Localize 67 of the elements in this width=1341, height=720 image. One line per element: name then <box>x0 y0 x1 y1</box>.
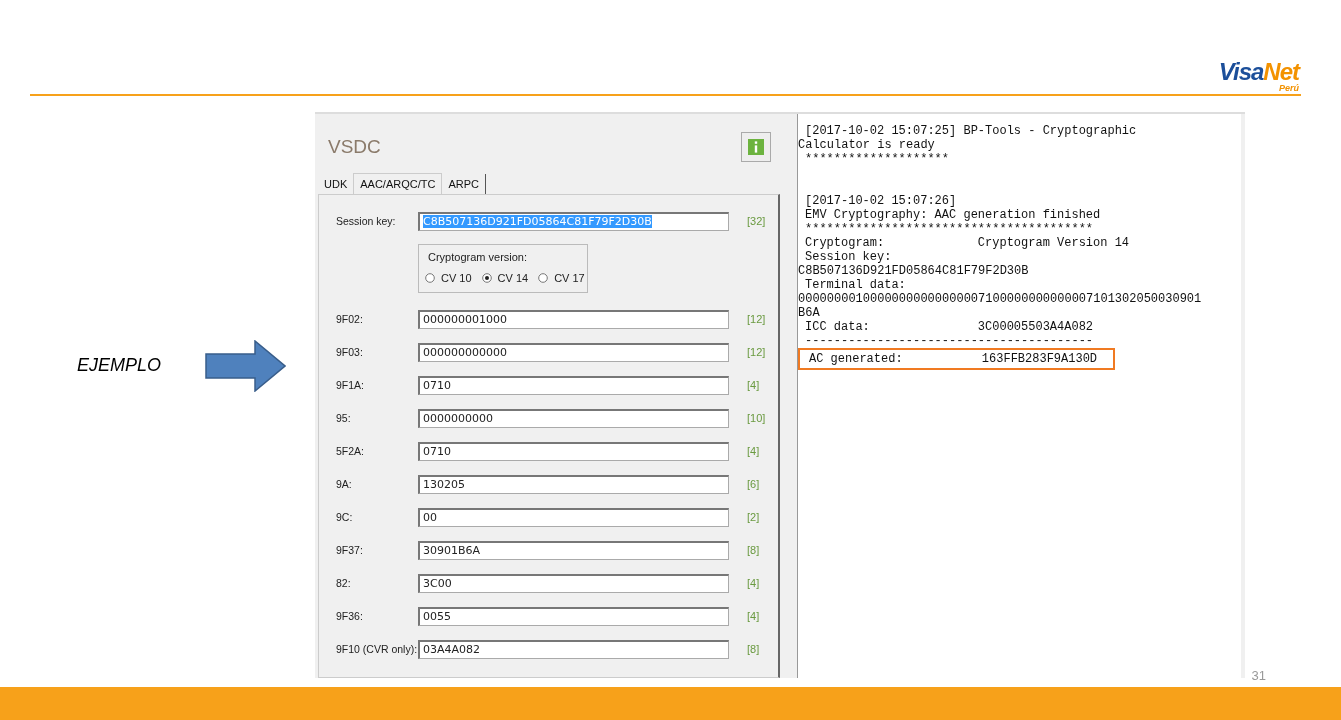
field-label: 9F10 (CVR only): <box>336 641 418 657</box>
log-line: Cryptogram: Cryptogram Version 14 <box>804 236 1130 250</box>
input-field[interactable]: 00 <box>418 508 729 527</box>
log-line: [2017-10-02 15:07:25] BP-Tools - Cryptographic <box>804 124 1137 138</box>
log-line: [2017-10-02 15:07:26] <box>804 194 957 208</box>
log-line: ---------------------------------------- <box>804 334 1094 348</box>
log-line: 00000000100000000000000007100000000000007101302050030901 <box>798 292 1202 306</box>
info-button[interactable] <box>741 132 771 162</box>
field-label: 9A: <box>336 476 353 492</box>
length-text: [4] <box>747 576 760 592</box>
input-field[interactable]: 000000001000 <box>418 310 729 329</box>
log-line: B6A <box>798 306 820 320</box>
tab[interactable]: UDK <box>318 173 354 194</box>
log-line: Terminal data: <box>804 278 906 292</box>
log-line: Session key: <box>804 250 892 264</box>
input-field[interactable]: 0055 <box>418 607 729 626</box>
length-text: [12] <box>747 345 766 361</box>
field-label: 9F03: <box>336 344 364 360</box>
input-field[interactable]: 30901B6A <box>418 541 729 560</box>
field-label: 5F2A: <box>336 443 365 459</box>
page-number: 31 <box>1251 668 1266 683</box>
length-text: [8] <box>747 543 760 559</box>
length-text: [4] <box>747 378 760 394</box>
field-label: 9F02: <box>336 311 364 327</box>
length-text: [6] <box>747 477 760 493</box>
field-label: 9F1A: <box>336 377 365 393</box>
length-text: [8] <box>747 642 760 658</box>
input-field[interactable]: 03A4A082 <box>418 640 729 659</box>
radio-label: CV 10 <box>441 270 472 286</box>
log-line: Calculator is ready <box>798 138 935 152</box>
log-line: ******************** <box>804 152 950 166</box>
input-field[interactable]: 0710 <box>418 376 729 395</box>
logo-text: Visa <box>1218 58 1264 85</box>
input-field[interactable]: 0000000000 <box>418 409 729 428</box>
field-label: Session key: <box>336 213 397 229</box>
field-label: 9C: <box>336 509 354 525</box>
info-icon <box>748 137 764 157</box>
radio-button[interactable] <box>538 272 549 283</box>
length-text: [2] <box>747 510 760 526</box>
length-text: [10] <box>747 411 766 427</box>
radio-button[interactable] <box>425 272 435 283</box>
log-line: ICC data: 3C00005503A4A082 <box>804 320 1094 334</box>
radio-label: CV 14 <box>497 270 529 286</box>
length-text: [32] <box>747 214 766 230</box>
log-line: C8B507136D921FD05864C81F79F2D30B <box>798 264 1029 278</box>
log-line: EMV Cryptography: AAC generation finished <box>804 208 1101 222</box>
logo-text: Net <box>1263 58 1299 85</box>
field-label: 9F36: <box>336 608 364 624</box>
length-text: [4] <box>747 444 760 460</box>
logo-country-text: Perú <box>1279 84 1299 93</box>
right-arrow-icon <box>205 339 286 392</box>
field-label: 82: <box>336 575 352 591</box>
input-field[interactable]: 130205 <box>418 475 729 494</box>
tab[interactable]: ARPC <box>442 173 486 194</box>
input-field[interactable]: 000000000000 <box>418 343 729 362</box>
radio-label: CV 17 <box>554 270 585 286</box>
length-text: [12] <box>747 312 766 328</box>
log-line: **************************************** <box>804 222 1094 236</box>
input-field[interactable]: 3C00 <box>418 574 729 593</box>
example-label: EJEMPLO <box>77 354 163 377</box>
radio-button[interactable] <box>481 272 492 283</box>
field-label: 9F37: <box>336 542 364 558</box>
length-text: [4] <box>747 609 760 625</box>
input-field[interactable]: 0710 <box>418 442 729 461</box>
app-title: VSDC <box>328 134 381 159</box>
tab[interactable]: AAC/ARQC/TC <box>353 172 443 194</box>
field-label: 95: <box>336 410 352 426</box>
